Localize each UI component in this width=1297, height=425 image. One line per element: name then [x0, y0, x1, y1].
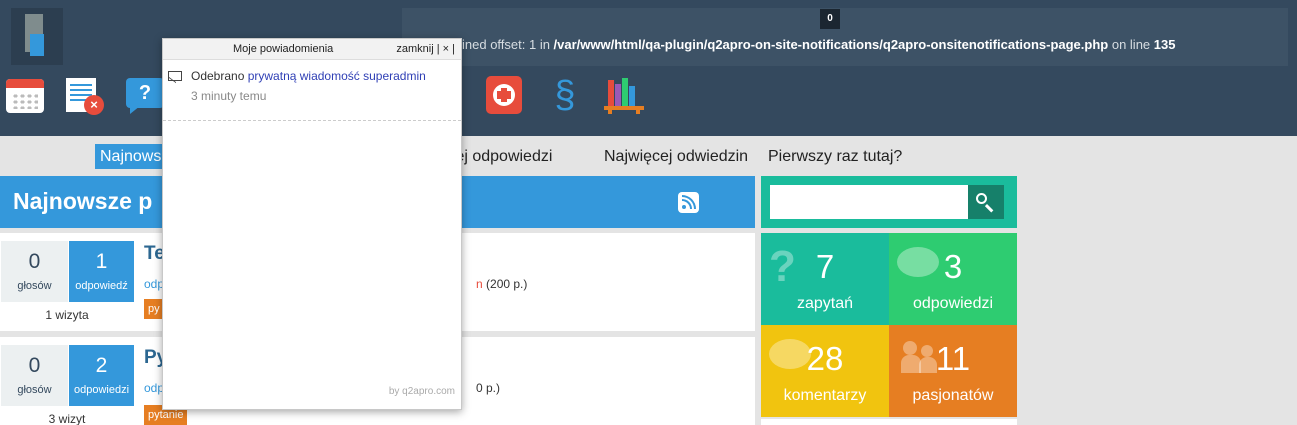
notifications-title: Moje powiadomienia — [233, 43, 334, 55]
stat-number: 11 — [935, 340, 971, 377]
error-message: ined offset: 1 in /var/www/html/qa-plugi… — [462, 37, 1176, 52]
rss-icon[interactable] — [678, 192, 699, 213]
search-input[interactable] — [770, 185, 968, 219]
stat-number: 7 — [815, 248, 835, 285]
envelope-icon — [168, 71, 182, 84]
calendar-icon[interactable] — [6, 76, 46, 114]
votes-count: 0 głosów — [1, 345, 68, 406]
page-title: Najnowsze p — [13, 188, 153, 214]
nav-most-visits[interactable]: Najwięcej odwiedzin — [604, 144, 748, 169]
stat-label: zapytań — [796, 295, 854, 312]
stat-label: pasjonatów — [912, 387, 994, 404]
votes-count: 0 głosów — [1, 241, 68, 302]
nav-first-time[interactable]: Pierwszy raz tutaj? — [768, 144, 902, 169]
stat-comments[interactable]: 28 komentarzy — [761, 325, 889, 417]
first-aid-icon[interactable] — [486, 76, 526, 114]
question-user-points: n (200 p.) — [476, 277, 528, 291]
stat-users[interactable]: 11 pasjonatów — [889, 325, 1017, 417]
site-logo[interactable] — [11, 8, 63, 65]
question-tag[interactable]: py — [144, 299, 164, 319]
stat-number: 3 — [943, 248, 963, 285]
books-icon[interactable] — [604, 76, 644, 114]
notifications-header: Moje powiadomienia zamknij | × | — [163, 39, 461, 60]
stat-label: odpowiedzi — [912, 295, 994, 312]
stat-questions[interactable]: ? 7 zapytań — [761, 233, 889, 325]
nav-newest[interactable]: Najnows — [95, 144, 167, 169]
views-count: 1 wizyta — [45, 308, 89, 322]
section-icon[interactable]: § — [550, 76, 580, 114]
search-box — [761, 176, 1017, 228]
close-button[interactable]: zamknij | × | — [396, 43, 455, 55]
notification-count-badge[interactable]: 0 — [820, 9, 840, 29]
stat-label: komentarzy — [783, 387, 867, 404]
help-icon[interactable]: ? — [126, 76, 166, 114]
message-link[interactable]: prywatną wiadomość superadmin — [248, 69, 426, 83]
stat-answers[interactable]: 3 odpowiedzi — [889, 233, 1017, 325]
list-remove-icon[interactable]: × — [66, 76, 106, 115]
stat-number: 28 — [806, 340, 844, 377]
notification-text: Odebrano prywatną wiadomość superadmin — [191, 69, 426, 83]
question-user-points: 0 p.) — [476, 381, 501, 395]
views-count: 3 wizyt — [48, 412, 86, 425]
credit-link[interactable]: by q2apro.com — [389, 386, 455, 397]
notification-item[interactable]: Odebrano prywatną wiadomość superadmin 3… — [163, 61, 461, 121]
notification-time: 3 minuty temu — [191, 89, 267, 103]
php-error-notice: 0 ined offset: 1 in /var/www/html/qa-plu… — [402, 8, 1288, 66]
answers-count: 2 odpowiedzi — [69, 345, 134, 406]
search-icon — [976, 193, 987, 204]
sidebar-panel — [761, 419, 1017, 425]
notifications-popup: Moje powiadomienia zamknij | × | Odebran… — [162, 38, 462, 410]
search-button[interactable] — [968, 185, 1004, 219]
answers-count: 1 odpowiedź — [69, 241, 134, 302]
